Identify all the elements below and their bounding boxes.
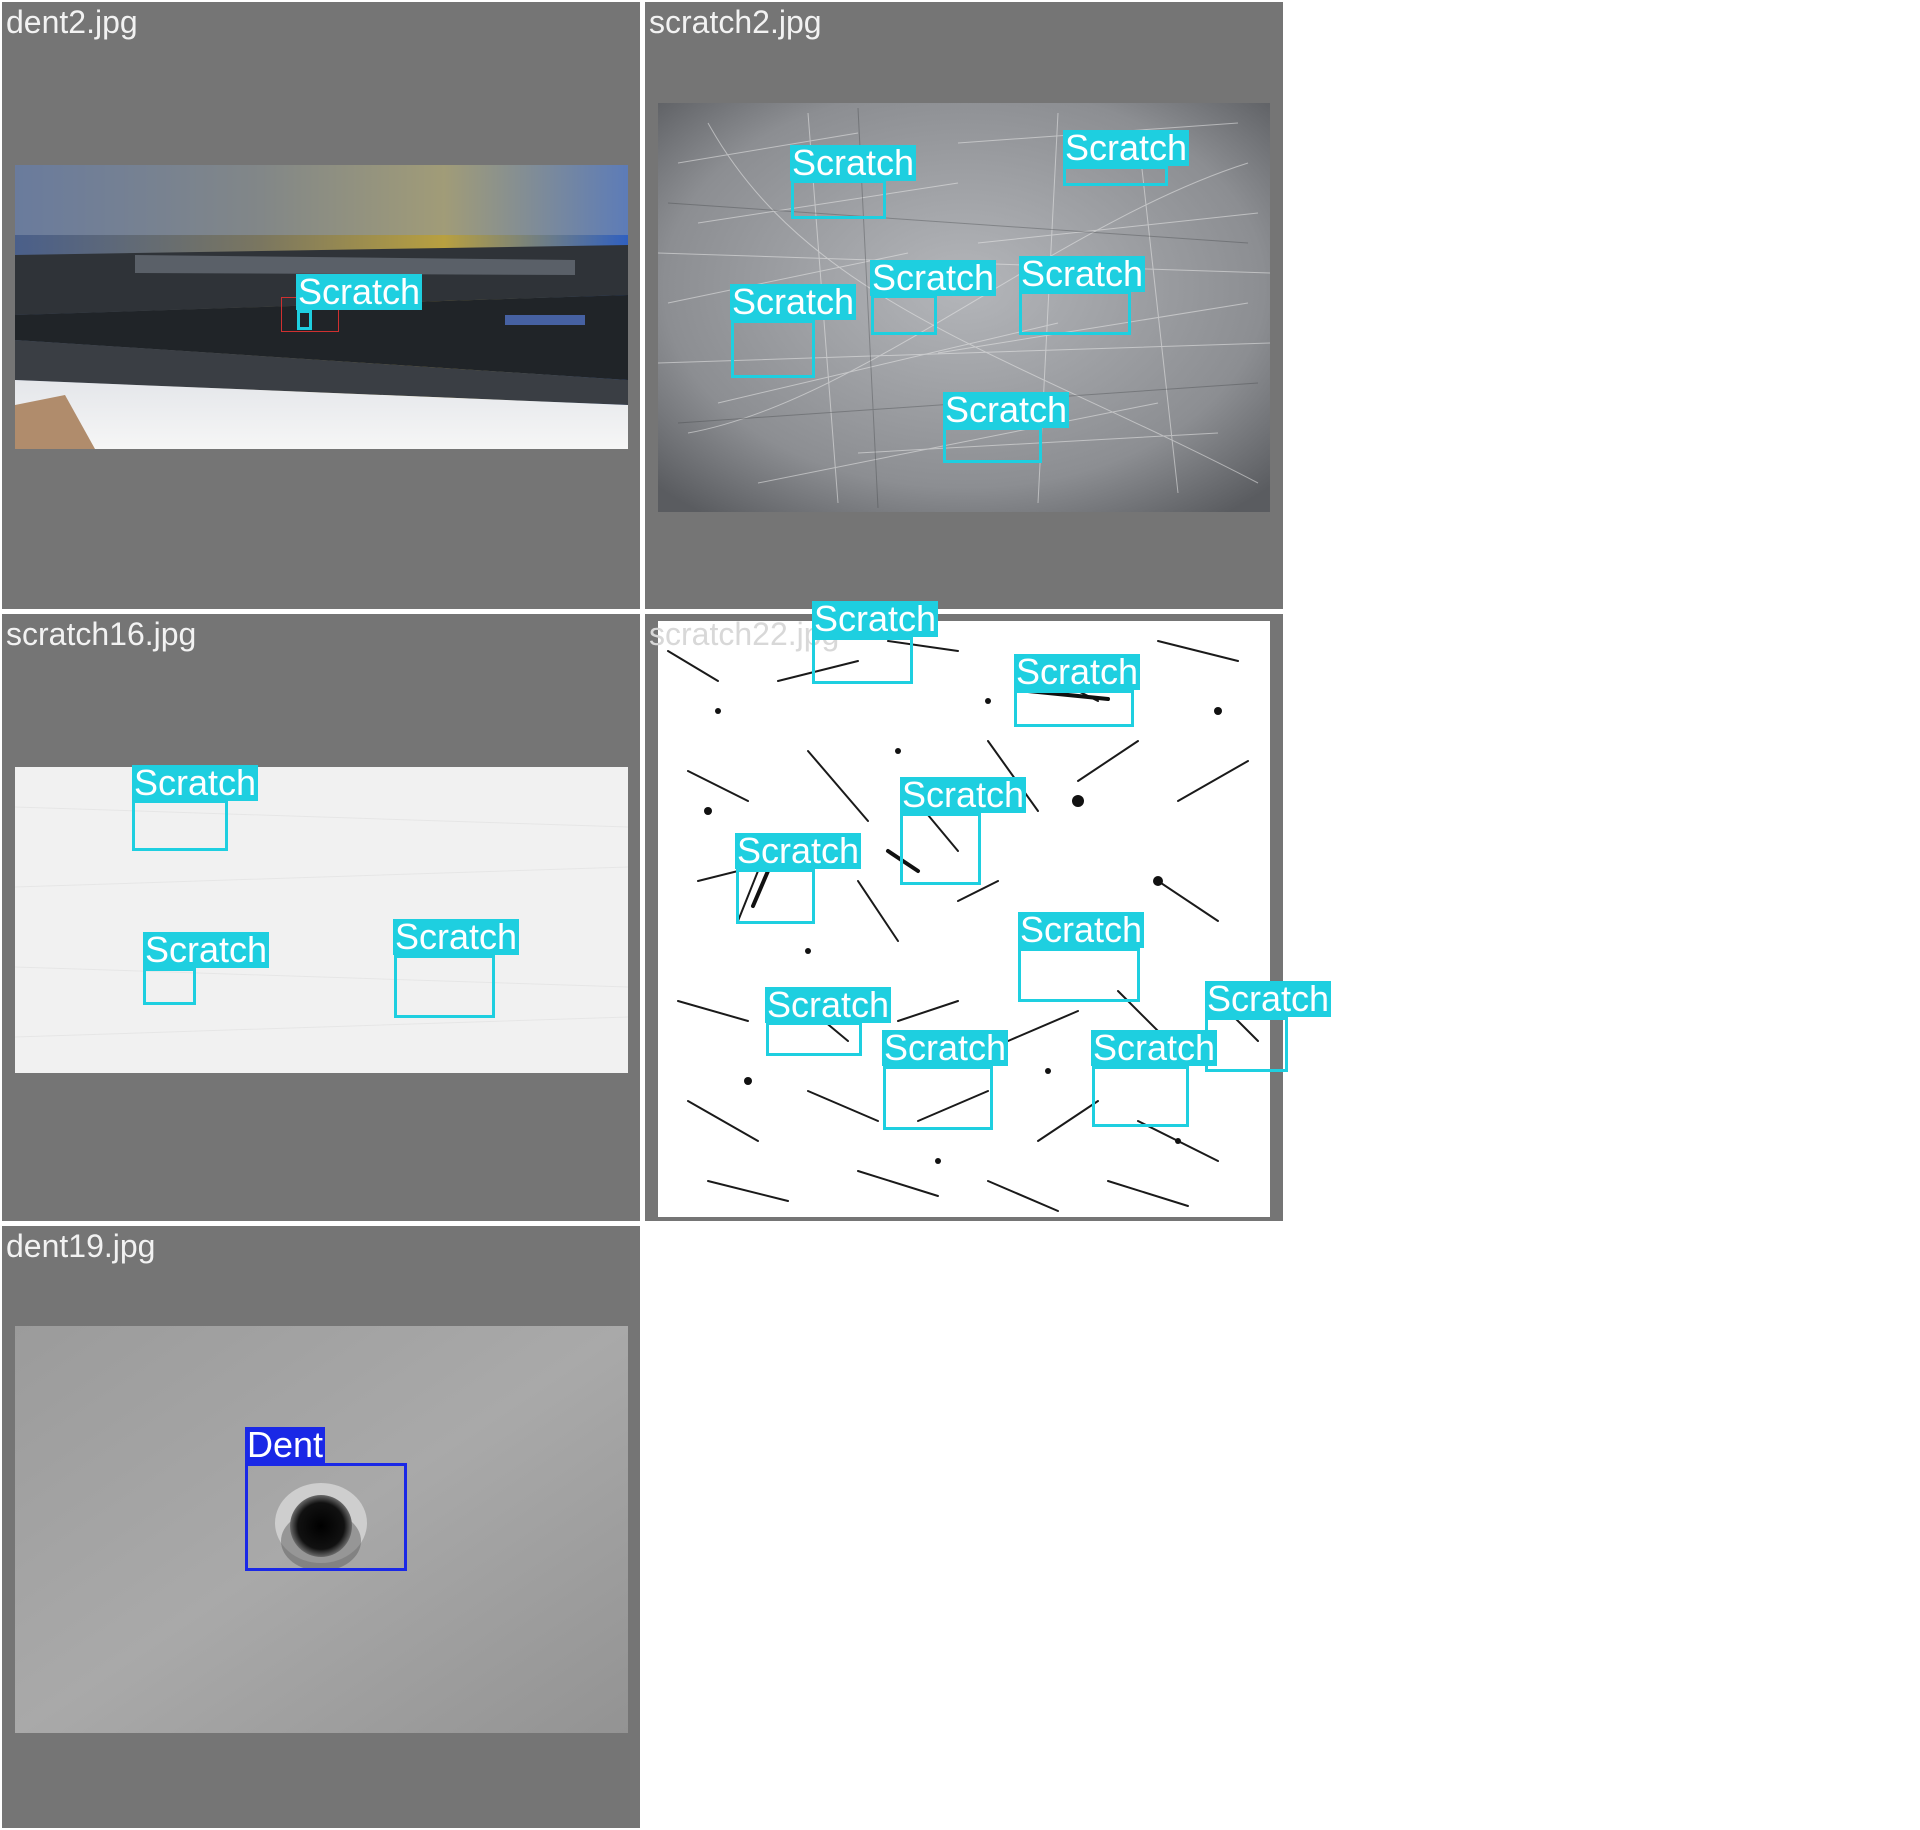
scratch-box[interactable] xyxy=(943,427,1042,463)
scratch-label: Scratch xyxy=(1063,127,1190,168)
image-cell-scratch22[interactable]: scratch22.jpg Scratch Scratch Scratch Sc… xyxy=(645,601,1332,1221)
scratch-label: Scratch xyxy=(143,929,270,970)
scratch-box[interactable] xyxy=(883,1066,993,1130)
filename-label: dent19.jpg xyxy=(6,1228,156,1264)
scratch-box[interactable] xyxy=(812,637,913,684)
scratch-label: Scratch xyxy=(1205,978,1332,1019)
scratch-box[interactable] xyxy=(1014,690,1134,727)
scratch-box[interactable] xyxy=(1205,1017,1288,1072)
scratch-label: Scratch xyxy=(1091,1027,1218,1068)
scratch-label: Scratch xyxy=(812,598,939,639)
filename-label: scratch2.jpg xyxy=(649,4,822,40)
scratch-box[interactable] xyxy=(394,955,495,1018)
scratch-box[interactable] xyxy=(1092,1066,1189,1127)
filename-label: dent2.jpg xyxy=(6,4,138,40)
scratch-label: Scratch xyxy=(882,1027,1009,1068)
scratch-box[interactable] xyxy=(1019,291,1131,335)
image-cell-dent2[interactable]: dent2.jpg Scratch xyxy=(2,2,640,609)
scratch-box[interactable] xyxy=(731,320,815,378)
scratch-label: Scratch xyxy=(1019,253,1146,294)
scratch-label: Scratch xyxy=(870,257,997,298)
dent-label: Dent xyxy=(245,1424,326,1465)
detection-grid: { "colors": { "cell_background": "#75757… xyxy=(0,0,1920,1830)
white-surface-photo xyxy=(15,767,628,1073)
scratch-box[interactable] xyxy=(132,800,228,851)
image-cell-scratch16[interactable]: scratch16.jpg Scratch Scratch Scratch xyxy=(2,614,640,1221)
scratch-box[interactable] xyxy=(766,1022,862,1056)
scratch-box[interactable] xyxy=(900,813,981,885)
scratch-label: Scratch xyxy=(296,271,423,312)
scratch-label: Scratch xyxy=(765,984,892,1025)
dent-box[interactable] xyxy=(245,1463,407,1571)
scratch-label: Scratch xyxy=(1018,909,1145,950)
scratch-box[interactable] xyxy=(736,869,815,924)
scratch-box[interactable] xyxy=(871,295,937,335)
scratch-label: Scratch xyxy=(393,916,520,957)
image-cell-scratch2[interactable]: scratch2.jpg Scratch Scratch Scratch Scr… xyxy=(645,2,1283,609)
filename-label: scratch16.jpg xyxy=(6,616,197,652)
scratch-label: Scratch xyxy=(735,830,862,871)
scratch-label: Scratch xyxy=(943,389,1070,430)
scratch-label: Scratch xyxy=(132,762,259,803)
scratch-box[interactable] xyxy=(1018,948,1140,1002)
scratch-label: Scratch xyxy=(730,281,857,322)
image-cell-dent19[interactable]: dent19.jpg Dent xyxy=(2,1226,640,1828)
scratch-label: Scratch xyxy=(900,774,1027,815)
scratch-label: Scratch xyxy=(790,142,917,183)
scratch-box[interactable] xyxy=(297,310,312,330)
scratch-box[interactable] xyxy=(791,180,886,219)
filename-label: scratch22.jpg xyxy=(649,616,840,652)
scratch-label: Scratch xyxy=(1014,651,1141,692)
scratch-box[interactable] xyxy=(1063,166,1168,186)
scratch-box[interactable] xyxy=(143,968,196,1005)
